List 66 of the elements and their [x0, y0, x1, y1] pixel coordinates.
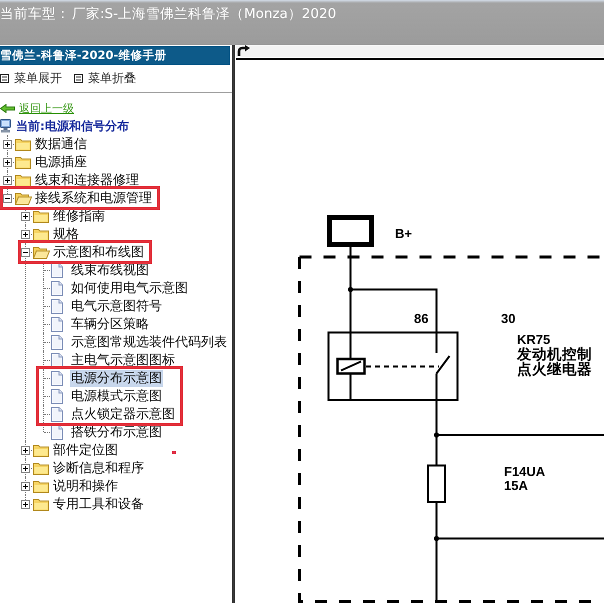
document-icon	[51, 262, 63, 278]
document-icon	[51, 352, 63, 368]
junction-dot-icon	[434, 432, 440, 438]
tree-item[interactable]: 专用工具和设备	[52, 498, 145, 510]
tree-item[interactable]: 点火锁定器示意图	[70, 408, 176, 420]
connector-symbol	[327, 215, 374, 247]
list-icon	[74, 74, 83, 83]
tree-item[interactable]: 规格	[52, 228, 80, 240]
document-icon	[51, 298, 63, 314]
tree-item[interactable]: 诊断信息和程序	[52, 462, 145, 474]
relay-id-label: KR75	[517, 332, 550, 347]
expand-toggle-icon[interactable]	[3, 176, 12, 184]
connector-label: B+	[395, 226, 412, 241]
curved-arrow-icon[interactable]	[237, 45, 250, 56]
tree-item[interactable]: 线束和连接器修理	[34, 174, 140, 186]
tree-item[interactable]: 电源插座	[34, 156, 88, 168]
collapse-toggle-icon[interactable]	[21, 248, 30, 256]
current-section-label: 当前:电源和信号分布	[16, 118, 129, 134]
expand-toggle-icon[interactable]	[3, 158, 12, 166]
tree-item[interactable]: 示意图常规选装件代码列表	[70, 336, 228, 348]
manual-title: 雪佛兰-科鲁泽-2020-维修手册	[0, 46, 230, 65]
collapse-toggle-icon[interactable]	[3, 194, 12, 202]
tree-item[interactable]: 搭铁分布示意图	[70, 426, 163, 438]
fuse-id-label: F14UA	[504, 464, 546, 479]
vehicle-name: 厂家:S-上海雪佛兰科鲁泽（Monza）2020	[72, 5, 336, 24]
document-icon	[51, 388, 63, 404]
menu-toggle-button[interactable]: 菜单展开	[0, 70, 62, 87]
document-icon	[51, 424, 63, 440]
tree-item[interactable]: 线束布线视图	[70, 264, 150, 276]
document-icon	[51, 316, 63, 332]
tree-item[interactable]: 部件定位图	[52, 444, 119, 456]
fuse-symbol	[427, 464, 446, 503]
fuse-rating-label: 15A	[504, 478, 528, 493]
menu-toggle-button[interactable]: 菜单折叠	[74, 70, 136, 87]
pin-label: 30	[501, 311, 516, 326]
document-icon	[51, 280, 63, 296]
tree-item[interactable]: 示意图和布线图	[52, 246, 145, 258]
document-icon	[51, 406, 63, 422]
expand-toggle-icon[interactable]	[21, 446, 30, 454]
tree-item[interactable]: 主电气示意图图标	[70, 354, 176, 366]
tree-item[interactable]: 电气示意图符号	[70, 300, 163, 312]
expand-toggle-icon[interactable]	[21, 500, 30, 508]
tree-item[interactable]: 电源分布示意图	[70, 370, 163, 386]
junction-dot-icon	[348, 286, 354, 292]
expand-toggle-icon[interactable]	[21, 482, 30, 490]
expand-toggle-icon[interactable]	[21, 212, 30, 220]
expand-toggle-icon[interactable]	[21, 464, 30, 472]
left-arrow-icon	[0, 104, 15, 112]
document-icon	[51, 370, 63, 386]
relay-coil	[336, 332, 366, 400]
tree-item[interactable]: 数据通信	[34, 138, 88, 150]
vehicle-label: 当前车型：	[0, 5, 70, 24]
tree-item[interactable]: 维修指南	[52, 210, 106, 222]
expand-toggle-icon[interactable]	[3, 140, 12, 148]
pin-label: 86	[414, 311, 428, 326]
tree-item[interactable]: 如何使用电气示意图	[70, 282, 189, 294]
document-icon	[51, 334, 63, 350]
junction-dot-icon	[434, 536, 440, 542]
tree-item[interactable]: 接线系统和电源管理	[34, 192, 153, 204]
tree-item[interactable]: 说明和操作	[52, 480, 119, 492]
relay-name-label: 发动机控制 点火继电器	[517, 347, 592, 378]
tree-item[interactable]: 车辆分区策略	[70, 318, 150, 330]
back-link[interactable]: 返回上一级	[0, 100, 74, 116]
tree-item[interactable]: 电源模式示意图	[70, 390, 163, 402]
computer-icon	[0, 119, 11, 133]
expand-toggle-icon[interactable]	[21, 230, 30, 238]
